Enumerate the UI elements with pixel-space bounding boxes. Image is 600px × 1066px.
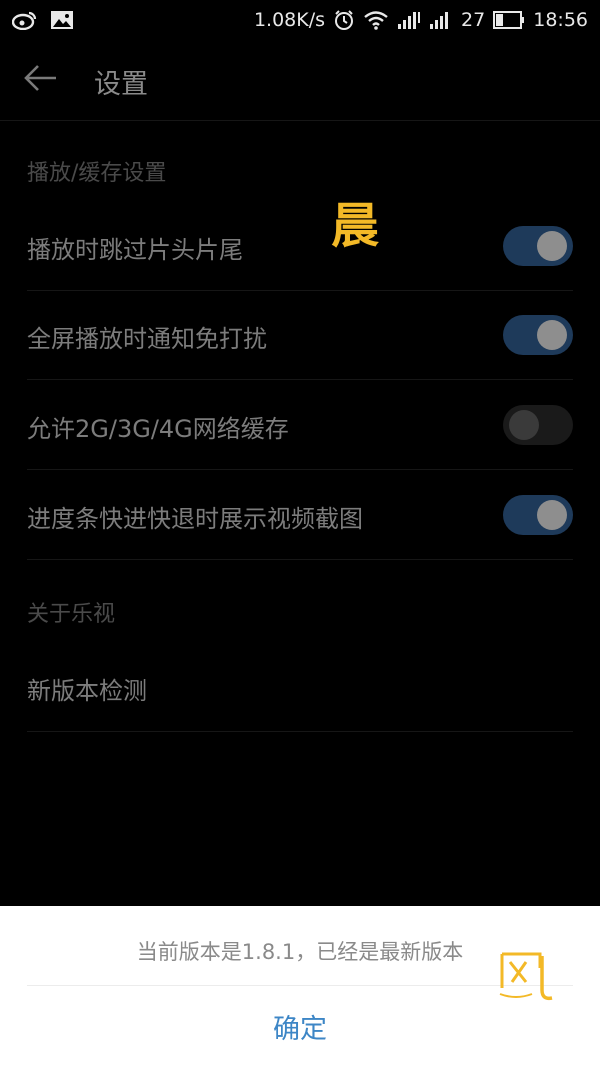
setting-label: 新版本检测 xyxy=(27,677,147,705)
seek-thumbnail-toggle[interactable] xyxy=(503,495,573,535)
setting-seek-thumbnail: 进度条快进快退时展示视频截图 xyxy=(27,471,573,560)
setting-skip-intro-outro: 播放时跳过片头片尾 xyxy=(27,202,573,291)
mobile-cache-toggle[interactable] xyxy=(503,405,573,445)
app-bar: 设置 xyxy=(0,40,600,121)
setting-label: 播放时跳过片头片尾 xyxy=(27,236,243,264)
wifi-icon xyxy=(363,10,389,30)
section-header-playback: 播放/缓存设置 xyxy=(27,161,167,186)
toggle-knob xyxy=(509,410,539,440)
setting-label: 进度条快进快退时展示视频截图 xyxy=(27,505,363,533)
signal-icon-2 xyxy=(429,10,453,30)
setting-label: 允许2G/3G/4G网络缓存 xyxy=(27,415,289,443)
overlay-character: 晨 xyxy=(331,198,380,254)
network-speed: 1.08K/s xyxy=(253,9,326,31)
skip-intro-toggle[interactable] xyxy=(503,226,573,266)
battery-icon xyxy=(493,11,525,29)
battery-level: 27 xyxy=(461,9,486,31)
setting-label: 全屏播放时通知免打扰 xyxy=(27,325,267,353)
alarm-icon xyxy=(333,9,355,31)
toggle-knob xyxy=(537,320,567,350)
setting-fullscreen-dnd: 全屏播放时通知免打扰 xyxy=(27,291,573,380)
section-header-about: 关于乐视 xyxy=(27,602,116,627)
page-title: 设置 xyxy=(94,69,148,100)
back-button[interactable] xyxy=(22,60,64,100)
weibo-icon xyxy=(12,10,38,30)
arrow-left-icon xyxy=(22,63,58,97)
toggle-knob xyxy=(537,231,567,261)
status-bar: 1.08K/s 27 18:56 xyxy=(0,0,600,40)
clock: 18:56 xyxy=(533,9,588,31)
toggle-knob xyxy=(537,500,567,530)
signal-icon xyxy=(397,10,421,30)
setting-check-update[interactable]: 新版本检测 xyxy=(27,643,573,732)
image-icon xyxy=(50,10,74,30)
setting-mobile-network-cache: 允许2G/3G/4G网络缓存 xyxy=(27,381,573,470)
fullscreen-dnd-toggle[interactable] xyxy=(503,315,573,355)
watermark-logo xyxy=(496,948,556,1004)
